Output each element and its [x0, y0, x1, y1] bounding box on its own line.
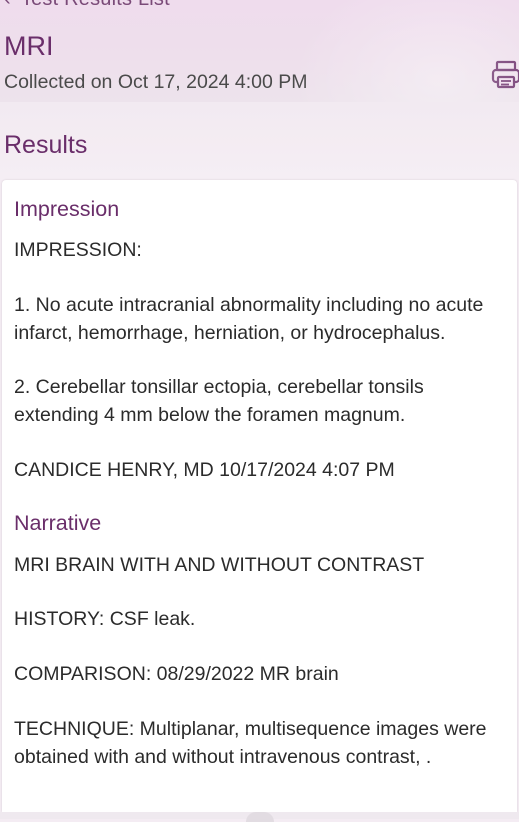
- results-heading: Results: [4, 131, 88, 159]
- impression-label: IMPRESSION:: [14, 239, 142, 261]
- impression-signature: CANDICE HENRY, MD 10/17/2024 4:07 PM: [14, 459, 395, 481]
- chevron-left-icon: ‹: [4, 0, 11, 11]
- narrative-exam: MRI BRAIN WITH AND WITHOUT CONTRAST: [14, 554, 425, 576]
- result-card: Impression IMPRESSION: 1. No acute intra…: [2, 180, 517, 812]
- narrative-title: Narrative: [14, 511, 102, 535]
- scroll-indicator: [246, 812, 274, 822]
- back-to-test-results-link[interactable]: ‹ Test Results List: [4, 0, 170, 11]
- impression-title: Impression: [14, 197, 120, 221]
- impression-item-2: 2. Cerebellar tonsillar ectopia, cerebel…: [14, 376, 424, 426]
- back-link-label: Test Results List: [21, 0, 170, 10]
- collected-date: Collected on Oct 17, 2024 4:00 PM: [4, 71, 308, 93]
- narrative-history: HISTORY: CSF leak.: [14, 608, 196, 630]
- narrative-technique: TECHNIQUE: Multiplanar, multisequence im…: [14, 718, 487, 768]
- page-title: MRI: [4, 31, 54, 61]
- narrative-comparison: COMPARISON: 08/29/2022 MR brain: [14, 663, 339, 685]
- printer-icon: [491, 60, 519, 89]
- impression-item-1: 1. No acute intracranial abnormality inc…: [14, 294, 484, 344]
- print-button[interactable]: [490, 58, 519, 92]
- header: ‹ Test Results List MRI Collected on Oct …: [0, 0, 519, 103]
